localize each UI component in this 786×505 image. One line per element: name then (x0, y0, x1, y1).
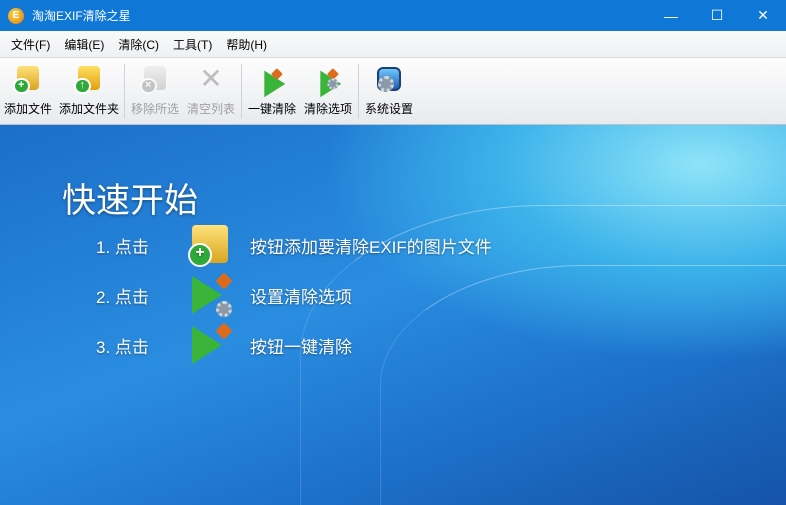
toolbar-separator (124, 64, 126, 118)
title-bar: E 淘淘EXIF清除之星 — ☐ ✕ (0, 0, 786, 31)
remove-file-icon: × (140, 64, 170, 94)
step-1: 1. 点击 + 按钮添加要清除EXIF的图片文件 (96, 223, 492, 267)
clear-list-button[interactable]: ✕ 清空列表 (183, 64, 239, 117)
settings-gear-icon (374, 64, 404, 94)
quick-start-panel: 快速开始 1. 点击 + 按钮添加要清除EXIF的图片文件 2. 点击 设置清除… (0, 125, 786, 505)
menu-file[interactable]: 文件(F) (4, 36, 57, 53)
clear-list-icon: ✕ (199, 63, 223, 94)
toolbar-separator (241, 64, 243, 118)
menu-edit[interactable]: 编辑(E) (57, 36, 111, 53)
clean-options-button[interactable]: 清除选项 (300, 64, 356, 117)
step-2: 2. 点击 设置清除选项 (96, 272, 352, 317)
clean-options-icon (318, 68, 342, 98)
add-folder-button[interactable]: ↑ 添加文件夹 (56, 64, 122, 117)
menu-help[interactable]: 帮助(H) (219, 36, 274, 53)
add-file-icon: + (13, 64, 43, 94)
add-file-button[interactable]: + 添加文件 (0, 64, 56, 117)
clean-play-icon (262, 68, 286, 98)
settings-button[interactable]: 系统设置 (361, 64, 417, 117)
quick-start-title: 快速开始 (62, 182, 198, 220)
toolbar-separator (358, 64, 360, 118)
clean-play-icon (188, 322, 233, 367)
minimize-button[interactable]: — (648, 0, 694, 31)
menu-bar: 文件(F) 编辑(E) 清除(C) 工具(T) 帮助(H) (0, 31, 786, 58)
background-wave (380, 265, 786, 505)
menu-tools[interactable]: 工具(T) (166, 36, 219, 53)
remove-selected-button[interactable]: × 移除所选 (127, 64, 183, 117)
toolbar: + 添加文件 ↑ 添加文件夹 × 移除所选 ✕ 清空列表 一键清除 清除选项 系统设置 (0, 58, 786, 125)
clean-options-icon (188, 272, 233, 317)
maximize-button[interactable]: ☐ (694, 0, 740, 31)
window-title: 淘淘EXIF清除之星 (32, 9, 131, 23)
add-file-icon: + (188, 223, 232, 267)
app-icon: E (8, 7, 24, 24)
step-3: 3. 点击 按钮一键清除 (96, 322, 352, 367)
one-click-clean-button[interactable]: 一键清除 (244, 64, 300, 117)
close-button[interactable]: ✕ (740, 0, 786, 31)
add-folder-icon: ↑ (74, 64, 104, 94)
menu-clean[interactable]: 清除(C) (111, 36, 166, 53)
